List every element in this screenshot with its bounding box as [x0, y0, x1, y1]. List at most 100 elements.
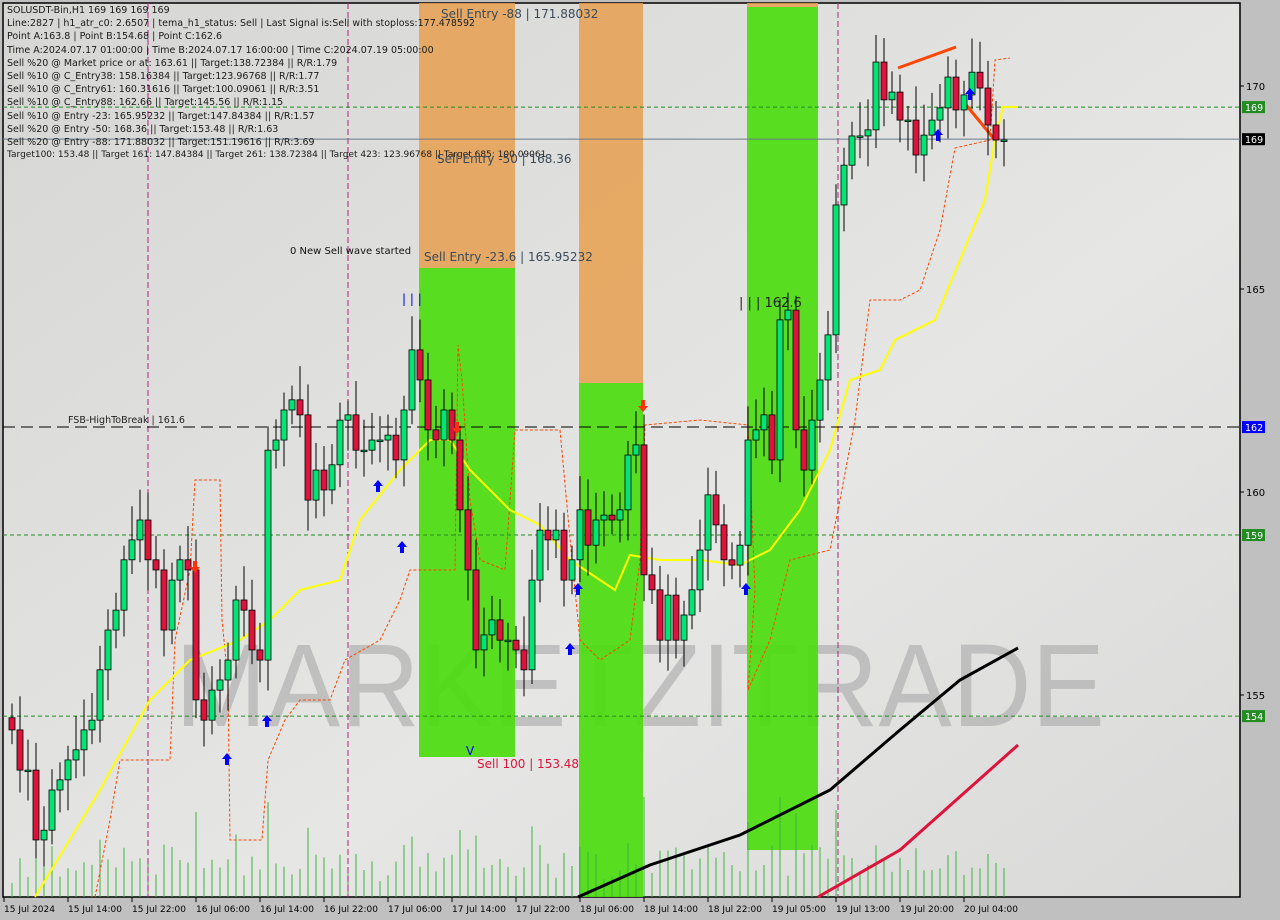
info-line: Sell %10 @ Entry -23: 165.95232 || Targe…	[7, 110, 315, 122]
bullish-candle	[24, 769, 32, 773]
x-tick-label: 18 Jul 22:00	[708, 905, 762, 915]
bearish-candle	[640, 444, 648, 576]
info-line: Sell %20 @ Market price or at: 163.61 ||…	[7, 57, 338, 69]
bullish-candle	[928, 119, 936, 136]
bullish-candle	[600, 514, 608, 521]
bullish-candle	[744, 439, 752, 546]
bullish-candle	[592, 519, 600, 546]
bullish-candle	[944, 76, 952, 109]
bullish-candle	[208, 689, 216, 721]
point-c-label: | | | 162.6	[739, 296, 802, 311]
bearish-candle	[792, 309, 800, 431]
bearish-candle	[496, 619, 504, 641]
price-level-label: 154	[1245, 712, 1263, 723]
bullish-candle	[760, 414, 768, 431]
bearish-candle	[320, 469, 328, 491]
bullish-candle	[576, 509, 584, 561]
bearish-candle	[296, 399, 304, 416]
bullish-candle	[400, 409, 408, 461]
bullish-candle	[960, 94, 968, 111]
bullish-candle	[360, 449, 368, 453]
bearish-candle	[16, 729, 24, 771]
bearish-candle	[304, 414, 312, 501]
bearish-candle	[32, 769, 40, 841]
y-tick-label: 155	[1246, 691, 1265, 702]
x-tick-label: 15 Jul 22:00	[132, 905, 186, 915]
bearish-candle	[768, 414, 776, 461]
bullish-candle	[120, 559, 128, 611]
bullish-candle	[848, 135, 856, 166]
bullish-candle	[280, 409, 288, 441]
bearish-candle	[544, 529, 552, 541]
bullish-candle	[920, 134, 928, 156]
bullish-candle	[808, 419, 816, 471]
fsb-high-to-break-label: FSB-HighToBreak | 161.6	[68, 415, 185, 426]
sell-zone-orange	[747, 3, 818, 7]
bearish-candle	[560, 529, 568, 581]
sell-100-label: Sell 100 | 153.48	[477, 757, 580, 771]
bearish-candle	[656, 589, 664, 641]
bullish-candle	[864, 129, 872, 137]
bullish-candle	[440, 409, 448, 441]
bullish-candle	[752, 429, 760, 441]
bullish-candle	[552, 529, 560, 541]
bullish-candle	[384, 434, 392, 441]
bullish-candle	[824, 334, 832, 381]
bullish-candle	[408, 349, 416, 411]
bullish-candle	[688, 589, 696, 616]
bearish-candle	[392, 434, 400, 461]
bearish-candle	[952, 76, 960, 111]
bullish-candle	[168, 579, 176, 631]
bullish-candle	[40, 829, 48, 841]
bullish-candle	[784, 309, 792, 321]
bearish-candle	[912, 119, 920, 156]
info-line: Sell %20 @ Entry -50: 168.36 || Target:1…	[7, 123, 279, 135]
price-level-label: 162	[1245, 423, 1263, 434]
bullish-candle	[56, 779, 64, 791]
price-level-label: 169	[1245, 135, 1263, 146]
y-tick-label: 165	[1246, 285, 1265, 296]
info-line: Sell %10 @ C_Entry88: 162.66 || Target:1…	[7, 97, 284, 109]
bullish-candle	[312, 469, 320, 501]
bullish-candle	[376, 439, 384, 442]
bearish-candle	[8, 717, 16, 731]
bullish-candle	[64, 759, 72, 781]
y-tick-label: 160	[1246, 488, 1265, 499]
info-line: Sell %10 @ C_Entry61: 160.31616 || Targe…	[7, 84, 320, 96]
bullish-candle	[680, 614, 688, 641]
bearish-candle	[712, 494, 720, 526]
bullish-candle	[48, 789, 56, 831]
bearish-candle	[720, 524, 728, 561]
bullish-candle	[616, 509, 624, 521]
bullish-candle	[224, 659, 232, 681]
bullish-candle	[128, 539, 136, 561]
bearish-candle	[800, 429, 808, 471]
info-line: Sell %20 @ Entry -88: 171.88032 || Targe…	[7, 136, 315, 148]
x-tick-label: 17 Jul 06:00	[388, 905, 442, 915]
bearish-candle	[880, 61, 888, 101]
bearish-candle	[200, 699, 208, 721]
bullish-candle	[840, 164, 848, 206]
x-tick-label: 19 Jul 13:00	[836, 905, 890, 915]
bullish-candle	[776, 319, 784, 461]
bullish-candle	[176, 559, 184, 581]
wave-bars-marker: | | |	[402, 292, 422, 306]
x-tick-label: 15 Jul 2024	[4, 905, 55, 915]
price-level-label: 169	[1245, 103, 1263, 114]
price-level-label: 159	[1245, 531, 1263, 542]
bearish-candle	[728, 559, 736, 566]
bearish-candle	[472, 569, 480, 651]
bullish-candle	[72, 749, 80, 761]
bullish-candle	[888, 91, 896, 101]
bullish-candle	[104, 629, 112, 671]
bullish-candle	[504, 639, 512, 643]
sell-entry-236-label: Sell Entry -23.6 | 165.95232	[424, 250, 593, 264]
x-tick-label: 20 Jul 04:00	[964, 905, 1018, 915]
bullish-candle	[736, 544, 744, 566]
bearish-candle	[424, 379, 432, 431]
bullish-candle	[936, 107, 944, 121]
bullish-candle	[88, 719, 96, 731]
bullish-candle	[368, 439, 376, 451]
bearish-candle	[584, 509, 592, 546]
bearish-candle	[152, 559, 160, 571]
